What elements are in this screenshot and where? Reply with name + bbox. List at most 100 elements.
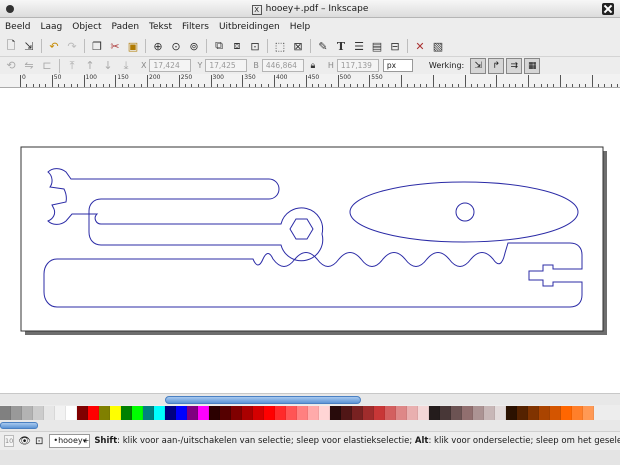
palette-swatch[interactable] bbox=[297, 406, 308, 420]
palette-swatch[interactable] bbox=[220, 406, 231, 420]
horizontal-scrollbar-thumb[interactable] bbox=[165, 396, 361, 404]
menu-paden[interactable]: Paden bbox=[107, 18, 145, 36]
palette-swatch[interactable] bbox=[165, 406, 176, 420]
layer-lock-icon[interactable]: ⊡ bbox=[35, 436, 43, 447]
palette-swatch[interactable] bbox=[473, 406, 484, 420]
palette-swatch[interactable] bbox=[484, 406, 495, 420]
x-field[interactable]: 17,424 bbox=[149, 59, 192, 72]
palette-swatch[interactable] bbox=[22, 406, 33, 420]
menu-laag[interactable]: Laag bbox=[35, 18, 67, 36]
palette-swatch[interactable] bbox=[264, 406, 275, 420]
height-field[interactable]: 117,139 bbox=[336, 59, 379, 72]
palette-swatch[interactable] bbox=[110, 406, 121, 420]
palette-swatch[interactable] bbox=[242, 406, 253, 420]
lower-icon[interactable]: ↓ bbox=[100, 58, 116, 74]
lock-icon[interactable]: 🔒︎ bbox=[305, 58, 321, 74]
palette-swatch[interactable] bbox=[341, 406, 352, 420]
palette-swatch[interactable] bbox=[143, 406, 154, 420]
palette-swatch[interactable] bbox=[44, 406, 55, 420]
flip-icon[interactable]: ⇋ bbox=[21, 58, 37, 74]
transform-patterns-toggle-icon[interactable]: ▦ bbox=[524, 57, 541, 74]
palette-swatch[interactable] bbox=[385, 406, 396, 420]
palette-swatch[interactable] bbox=[187, 406, 198, 420]
undo-icon[interactable]: ↶ bbox=[46, 38, 62, 54]
palette-swatch[interactable] bbox=[528, 406, 539, 420]
palette-swatch[interactable] bbox=[77, 406, 88, 420]
horizontal-scrollbar[interactable] bbox=[0, 393, 620, 405]
layer-visibility-eye-icon[interactable]: 👁︎ bbox=[18, 436, 31, 447]
new-document-icon[interactable]: 🗋 bbox=[3, 38, 19, 54]
scale-stroke-toggle-icon[interactable]: ⇲ bbox=[470, 57, 487, 74]
cut-icon[interactable]: ✂ bbox=[107, 38, 123, 54]
palette-swatch[interactable] bbox=[176, 406, 187, 420]
palette-swatch[interactable] bbox=[330, 406, 341, 420]
palette-swatch[interactable] bbox=[132, 406, 143, 420]
palette-swatch[interactable] bbox=[506, 406, 517, 420]
zoom-drawing-icon[interactable]: ⊙ bbox=[168, 38, 184, 54]
xml-editor-icon[interactable]: ▤ bbox=[369, 38, 385, 54]
horizontal-ruler[interactable]: 0 50 100 150 200 250 300 350 400 450 500 550 bbox=[0, 74, 620, 88]
align-distribute-icon[interactable]: ⊟ bbox=[387, 38, 403, 54]
palette-swatch[interactable] bbox=[0, 406, 11, 420]
palette-swatch[interactable] bbox=[154, 406, 165, 420]
palette-swatch[interactable] bbox=[418, 406, 429, 420]
palette-swatch[interactable] bbox=[550, 406, 561, 420]
palette-swatch[interactable] bbox=[451, 406, 462, 420]
unit-select[interactable]: px bbox=[382, 59, 413, 72]
menu-help[interactable]: Help bbox=[285, 18, 316, 36]
raise-top-icon[interactable]: ⤒ bbox=[64, 58, 80, 74]
palette-swatch[interactable] bbox=[198, 406, 209, 420]
y-field[interactable]: 17,425 bbox=[205, 59, 248, 72]
ungroup-icon[interactable]: ⊠ bbox=[290, 38, 306, 54]
palette-swatch[interactable] bbox=[308, 406, 319, 420]
layers-icon[interactable]: ☰ bbox=[351, 38, 367, 54]
palette-swatch[interactable] bbox=[583, 406, 594, 420]
width-field[interactable]: 446,864 bbox=[261, 59, 304, 72]
close-window-button[interactable] bbox=[602, 3, 614, 15]
drawing-canvas[interactable] bbox=[0, 88, 620, 393]
palette-swatch[interactable] bbox=[429, 406, 440, 420]
menu-object[interactable]: Object bbox=[67, 18, 106, 36]
zoom-selection-icon[interactable]: ⊕ bbox=[150, 38, 166, 54]
palette-swatch[interactable] bbox=[517, 406, 528, 420]
window-menu-icon[interactable] bbox=[6, 5, 14, 13]
copy-icon[interactable]: ❐ bbox=[89, 38, 105, 54]
rotate-ccw-icon[interactable]: ⟲ bbox=[3, 58, 19, 74]
palette-swatch[interactable] bbox=[275, 406, 286, 420]
palette-swatch[interactable] bbox=[407, 406, 418, 420]
clone-icon[interactable]: ⧈ bbox=[229, 38, 245, 54]
palette-swatch[interactable] bbox=[539, 406, 550, 420]
palette-swatch[interactable] bbox=[11, 406, 22, 420]
palette-swatch[interactable] bbox=[319, 406, 330, 420]
palette-scrollbar-thumb[interactable] bbox=[0, 422, 38, 429]
align-left-icon[interactable]: ⊏ bbox=[39, 58, 55, 74]
open-document-icon[interactable]: ⇲ bbox=[21, 38, 37, 54]
palette-swatch[interactable] bbox=[121, 406, 132, 420]
raise-icon[interactable]: ↑ bbox=[82, 58, 98, 74]
menu-beeld[interactable]: Beeld bbox=[0, 18, 35, 36]
palette-swatch[interactable] bbox=[572, 406, 583, 420]
palette-swatch[interactable] bbox=[561, 406, 572, 420]
menu-tekst[interactable]: Tekst bbox=[144, 18, 177, 36]
palette-swatch[interactable] bbox=[363, 406, 374, 420]
palette-scrollbar[interactable] bbox=[0, 420, 620, 431]
fill-stroke-icon[interactable]: ✎ bbox=[315, 38, 331, 54]
zoom-field[interactable]: 10 bbox=[4, 435, 15, 447]
current-layer-select[interactable]: •hooey+ ▾ bbox=[49, 434, 91, 448]
palette-swatch[interactable] bbox=[209, 406, 220, 420]
preferences-icon[interactable]: ✕ bbox=[412, 38, 428, 54]
palette-swatch[interactable] bbox=[286, 406, 297, 420]
palette-swatch[interactable] bbox=[99, 406, 110, 420]
palette-swatch[interactable] bbox=[462, 406, 473, 420]
redo-icon[interactable]: ↷ bbox=[64, 38, 80, 54]
palette-swatch[interactable] bbox=[352, 406, 363, 420]
palette-swatch[interactable] bbox=[33, 406, 44, 420]
palette-swatch[interactable] bbox=[55, 406, 66, 420]
group-icon[interactable]: ⬚ bbox=[272, 38, 288, 54]
document-properties-icon[interactable]: ▧ bbox=[430, 38, 446, 54]
palette-swatch[interactable] bbox=[88, 406, 99, 420]
palette-swatch[interactable] bbox=[374, 406, 385, 420]
palette-swatch[interactable] bbox=[66, 406, 77, 420]
transform-gradients-toggle-icon[interactable]: ⇉ bbox=[506, 57, 523, 74]
palette-swatch[interactable] bbox=[253, 406, 264, 420]
